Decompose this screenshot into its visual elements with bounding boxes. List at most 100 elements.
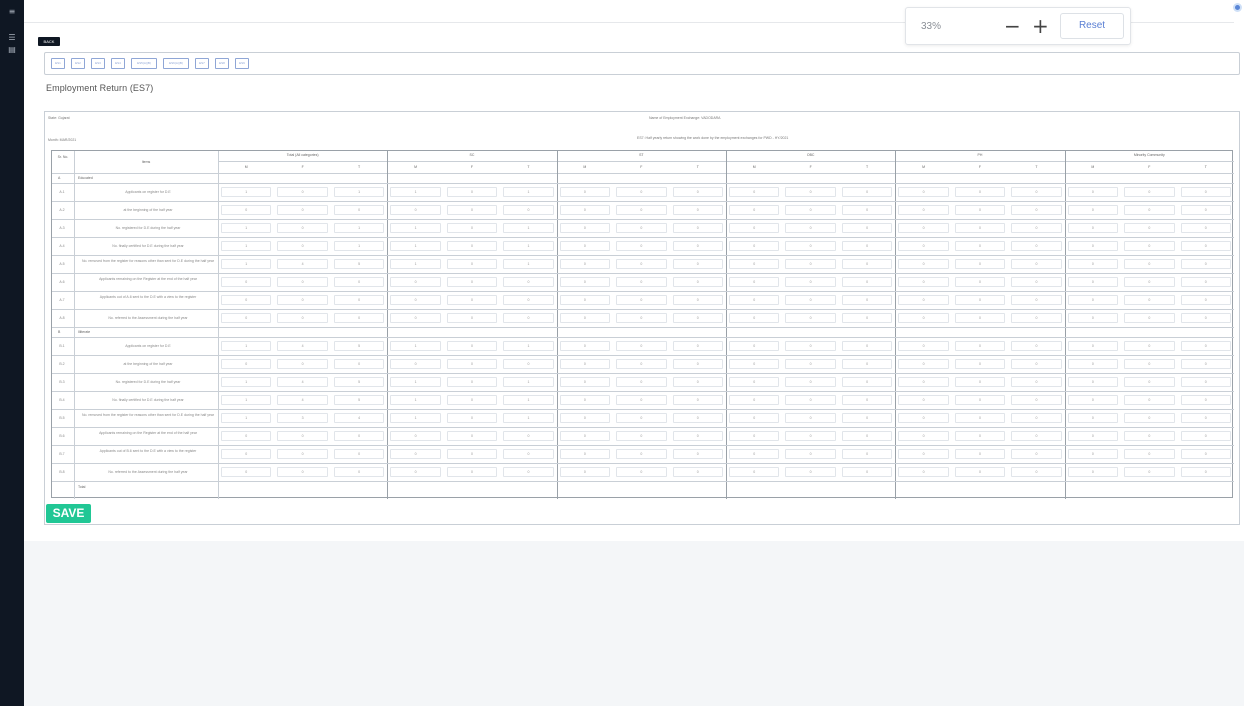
value-input[interactable]: 0 [559, 313, 611, 323]
value-input[interactable]: 1 [221, 187, 272, 197]
value-input[interactable]: 0 [898, 295, 949, 305]
value-input[interactable]: 0 [1067, 205, 1119, 215]
value-input[interactable]: 0 [503, 431, 554, 441]
value-input[interactable]: 0 [898, 259, 949, 269]
value-input[interactable]: 0 [841, 359, 893, 369]
value-input[interactable]: 0 [1067, 187, 1119, 197]
value-input[interactable]: 4 [333, 413, 385, 423]
value-input[interactable]: 0 [898, 341, 949, 351]
value-input[interactable]: 0 [616, 359, 667, 369]
value-input[interactable]: 0 [277, 313, 328, 323]
value-input[interactable]: 0 [1067, 259, 1119, 269]
value-input[interactable]: 0 [954, 295, 1006, 305]
value-input[interactable]: 0 [1180, 359, 1231, 369]
value-input[interactable]: 0 [1067, 277, 1119, 287]
value-input[interactable]: 0 [672, 395, 723, 405]
value-input[interactable]: 0 [616, 277, 667, 287]
value-input[interactable]: 0 [277, 359, 328, 369]
value-input[interactable]: 0 [1124, 187, 1175, 197]
value-input[interactable]: 1 [390, 377, 441, 387]
value-input[interactable]: 0 [446, 295, 498, 305]
value-input[interactable]: 0 [1011, 187, 1062, 197]
value-input[interactable]: 0 [785, 205, 836, 215]
value-input[interactable]: 1 [503, 223, 554, 233]
value-input[interactable]: 0 [277, 241, 328, 251]
value-input[interactable]: 0 [446, 259, 498, 269]
value-input[interactable]: 0 [559, 449, 611, 459]
value-input[interactable]: 0 [785, 341, 836, 351]
value-input[interactable]: 0 [616, 205, 667, 215]
value-input[interactable]: 0 [559, 223, 611, 233]
value-input[interactable]: 0 [1067, 395, 1119, 405]
tab-es2[interactable]: ES2 [71, 58, 85, 69]
value-input[interactable]: 0 [954, 359, 1006, 369]
value-input[interactable]: 0 [333, 205, 385, 215]
value-input[interactable]: 4 [277, 259, 328, 269]
value-input[interactable]: 4 [277, 395, 328, 405]
value-input[interactable]: 0 [954, 223, 1006, 233]
value-input[interactable]: 0 [954, 377, 1006, 387]
value-input[interactable]: 0 [672, 377, 723, 387]
value-input[interactable]: 0 [841, 377, 893, 387]
value-input[interactable]: 0 [1011, 413, 1062, 423]
value-input[interactable]: 0 [616, 395, 667, 405]
value-input[interactable]: 0 [221, 313, 272, 323]
value-input[interactable]: 1 [333, 223, 385, 233]
value-input[interactable]: 0 [390, 467, 441, 477]
value-input[interactable]: 1 [390, 413, 441, 423]
value-input[interactable]: 0 [672, 277, 723, 287]
settings-icon[interactable] [1233, 3, 1242, 12]
value-input[interactable]: 0 [898, 359, 949, 369]
value-input[interactable]: 0 [1011, 449, 1062, 459]
value-input[interactable]: 0 [446, 413, 498, 423]
value-input[interactable]: 0 [785, 295, 836, 305]
value-input[interactable]: 0 [898, 431, 949, 441]
value-input[interactable]: 0 [898, 241, 949, 251]
value-input[interactable]: 0 [841, 223, 893, 233]
value-input[interactable]: 0 [503, 295, 554, 305]
value-input[interactable]: 0 [1011, 377, 1062, 387]
value-input[interactable]: 0 [221, 359, 272, 369]
value-input[interactable]: 0 [1180, 467, 1231, 477]
value-input[interactable]: 0 [503, 205, 554, 215]
value-input[interactable]: 1 [221, 377, 272, 387]
value-input[interactable]: 0 [390, 277, 441, 287]
value-input[interactable]: 0 [277, 223, 328, 233]
value-input[interactable]: 0 [503, 467, 554, 477]
value-input[interactable]: 0 [221, 467, 272, 477]
value-input[interactable]: 0 [390, 449, 441, 459]
value-input[interactable]: 0 [898, 205, 949, 215]
value-input[interactable]: 0 [954, 205, 1006, 215]
value-input[interactable]: 0 [333, 295, 385, 305]
value-input[interactable]: 0 [841, 313, 893, 323]
value-input[interactable]: 0 [954, 449, 1006, 459]
value-input[interactable]: 0 [221, 295, 272, 305]
save-button[interactable]: SAVE [46, 504, 91, 523]
value-input[interactable]: 0 [616, 187, 667, 197]
value-input[interactable]: 0 [841, 413, 893, 423]
document-icon[interactable]: ▤ [7, 46, 17, 54]
value-input[interactable]: 0 [1124, 313, 1175, 323]
value-input[interactable]: 5 [333, 341, 385, 351]
value-input[interactable]: 0 [1067, 223, 1119, 233]
value-input[interactable]: 0 [446, 467, 498, 477]
zoom-in-button[interactable]: + [1032, 14, 1049, 38]
value-input[interactable]: 0 [446, 395, 498, 405]
value-input[interactable]: 0 [729, 295, 780, 305]
value-input[interactable]: 0 [616, 241, 667, 251]
value-input[interactable]: 0 [672, 449, 723, 459]
value-input[interactable]: 0 [898, 187, 949, 197]
value-input[interactable]: 0 [1124, 431, 1175, 441]
value-input[interactable]: 5 [333, 377, 385, 387]
value-input[interactable]: 0 [898, 413, 949, 423]
value-input[interactable]: 0 [1067, 413, 1119, 423]
value-input[interactable]: 0 [729, 359, 780, 369]
value-input[interactable]: 0 [503, 313, 554, 323]
value-input[interactable]: 0 [1180, 295, 1231, 305]
value-input[interactable]: 0 [390, 313, 441, 323]
value-input[interactable]: 0 [898, 395, 949, 405]
value-input[interactable]: 0 [221, 205, 272, 215]
value-input[interactable]: 0 [898, 313, 949, 323]
value-input[interactable]: 0 [1180, 187, 1231, 197]
value-input[interactable]: 1 [221, 413, 272, 423]
